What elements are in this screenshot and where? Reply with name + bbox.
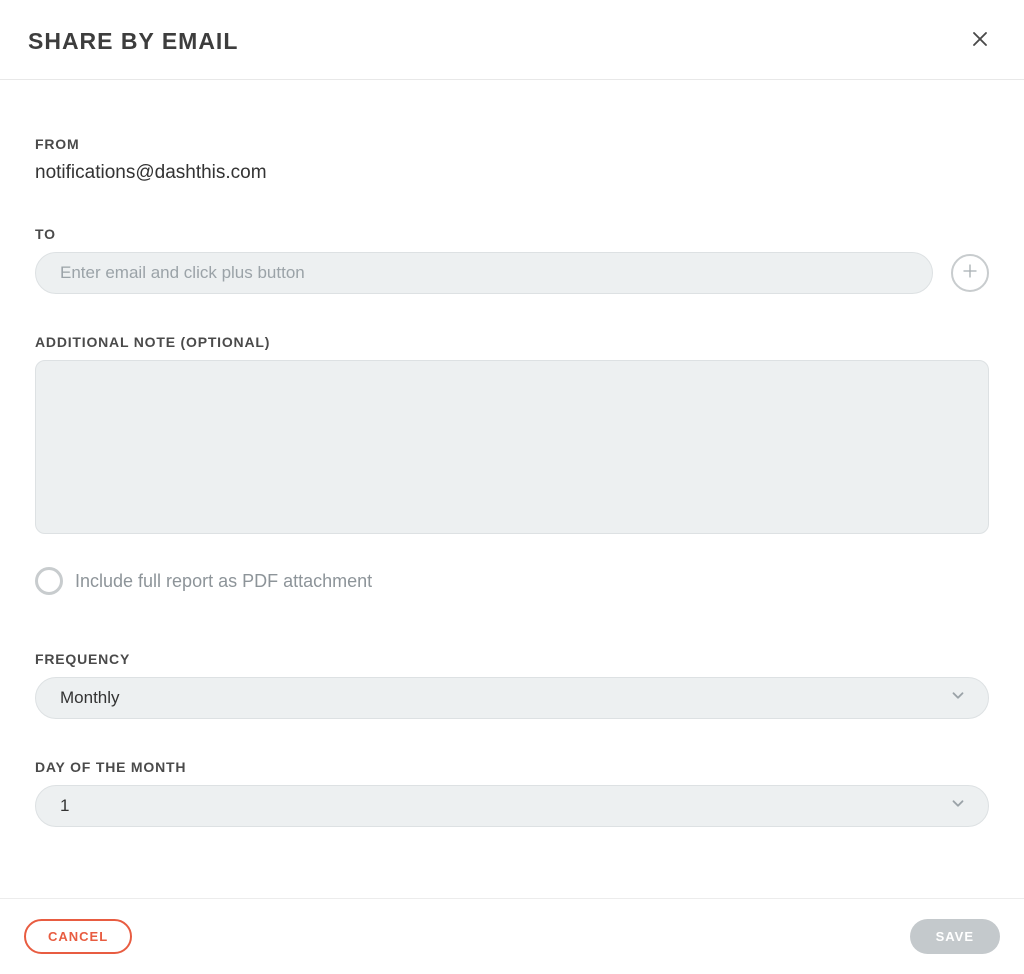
- plus-icon: [962, 263, 978, 284]
- from-email: notifications@dashthis.com: [35, 162, 989, 184]
- dialog-footer: CANCEL SAVE: [0, 898, 1024, 974]
- pdf-attachment-label: Include full report as PDF attachment: [75, 571, 372, 592]
- from-label: FROM: [35, 136, 989, 152]
- to-row: [35, 252, 989, 294]
- cancel-button[interactable]: CANCEL: [24, 919, 132, 954]
- to-section: TO: [35, 226, 989, 294]
- day-of-month-select-wrapper: [35, 785, 989, 827]
- close-button[interactable]: [968, 30, 992, 54]
- frequency-select[interactable]: [35, 677, 989, 719]
- to-email-input[interactable]: [35, 252, 933, 294]
- additional-note-textarea[interactable]: [35, 360, 989, 534]
- day-of-month-label: DAY OF THE MONTH: [35, 759, 989, 775]
- day-of-month-select[interactable]: [35, 785, 989, 827]
- dialog-content: FROM notifications@dashthis.com TO ADDIT…: [0, 80, 1024, 887]
- frequency-label: FREQUENCY: [35, 651, 989, 667]
- add-email-button[interactable]: [951, 254, 989, 292]
- radio-unchecked-icon: [35, 567, 63, 595]
- save-button[interactable]: SAVE: [910, 919, 1000, 954]
- dialog-header: SHARE BY EMAIL: [0, 0, 1024, 80]
- dialog-title: SHARE BY EMAIL: [28, 28, 238, 55]
- close-icon: [971, 30, 989, 53]
- note-label: ADDITIONAL NOTE (OPTIONAL): [35, 334, 989, 350]
- to-label: TO: [35, 226, 989, 242]
- frequency-select-wrapper: [35, 677, 989, 719]
- pdf-attachment-toggle[interactable]: Include full report as PDF attachment: [35, 567, 989, 595]
